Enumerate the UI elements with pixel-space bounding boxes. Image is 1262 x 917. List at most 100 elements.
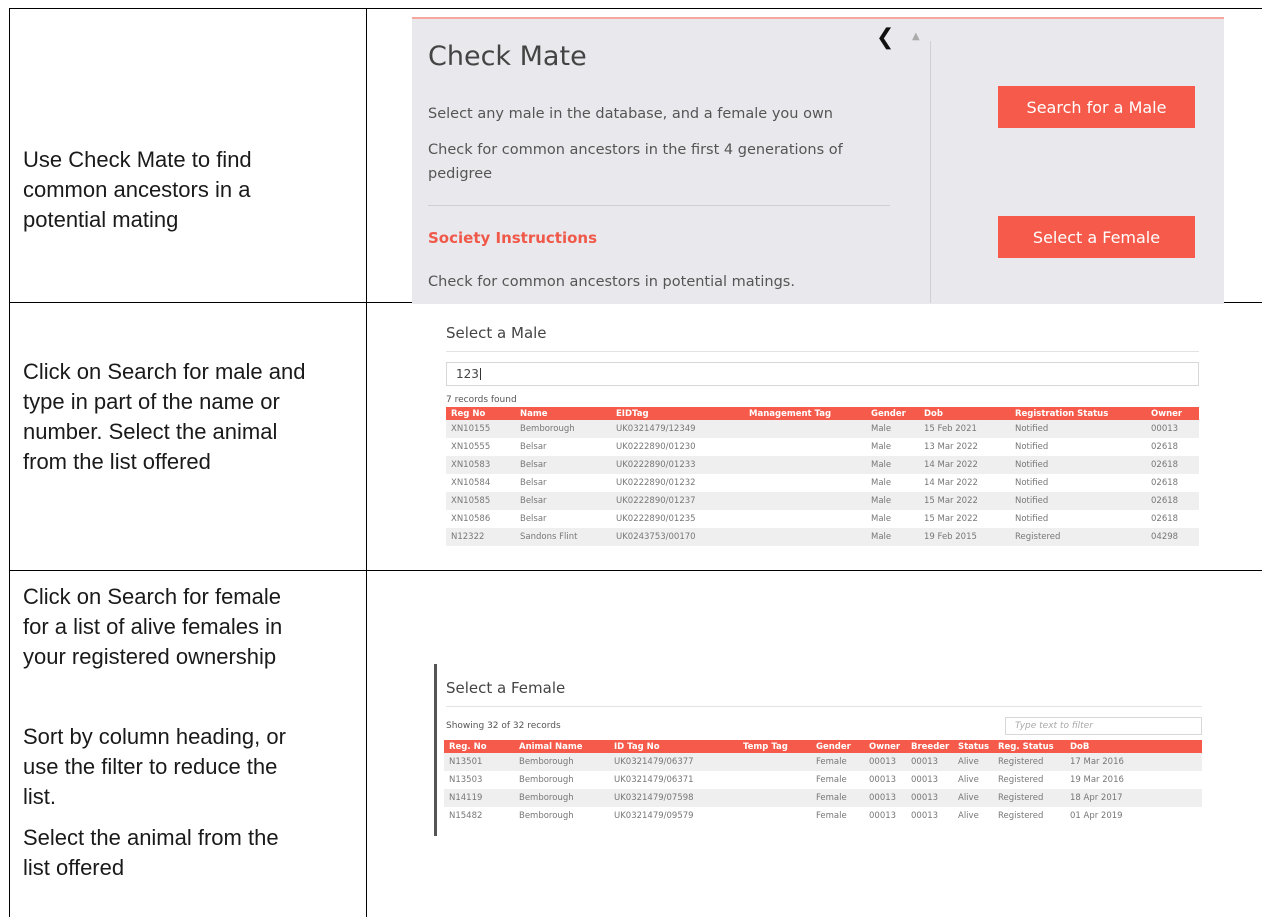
table-cell: 15 Feb 2021 [919, 420, 1010, 438]
column-header[interactable]: EIDTag [611, 407, 744, 420]
table-cell: 02618 [1146, 474, 1199, 492]
desc-line: for a list of alive females in [23, 614, 283, 639]
column-header[interactable]: Reg. Status [993, 740, 1065, 753]
table-column-divider [366, 8, 367, 917]
row2-description: Click on Search for male and type in par… [23, 357, 305, 477]
table-cell [744, 456, 866, 474]
table-cell: Male [866, 420, 919, 438]
table-cell: Alive [953, 807, 993, 825]
table-cell: UK0321479/07598 [609, 789, 738, 807]
desc-line: number. Select the animal [23, 419, 278, 444]
table-row[interactable]: XN10584 Belsar UK0222890/01232 Male 14 Mar 2… [446, 474, 1199, 492]
table-cell: Female [811, 771, 864, 789]
table-row[interactable]: XN10555 Belsar UK0222890/01230 Male 13 Mar 2… [446, 438, 1199, 456]
column-header[interactable]: Reg. No [444, 740, 514, 753]
column-header[interactable]: Name [515, 407, 611, 420]
table-row[interactable]: XN10585 Belsar UK0222890/01237 Male 15 Mar 2… [446, 492, 1199, 510]
panel-accent-bar [434, 664, 437, 836]
male-search-input[interactable]: 123 [446, 362, 1199, 386]
table-row[interactable]: N13503 Bemborough UK0321479/06371 Female 000… [444, 771, 1202, 789]
table-cell [744, 438, 866, 456]
column-header[interactable]: Gender [811, 740, 864, 753]
table-cell: Bemborough [514, 753, 609, 771]
table-cell: Bemborough [515, 420, 611, 438]
table-cell: UK0321479/12349 [611, 420, 744, 438]
table-cell [738, 771, 811, 789]
table-cell: 00013 [906, 807, 953, 825]
table-row[interactable]: N14119 Bemborough UK0321479/07598 Female 000… [444, 789, 1202, 807]
table-cell: UK0321479/06371 [609, 771, 738, 789]
column-header[interactable]: Temp Tag [738, 740, 811, 753]
table-cell: N12322 [446, 528, 515, 546]
table-row[interactable]: XN10155 Bemborough UK0321479/12349 Male 15 F… [446, 420, 1199, 438]
table-cell: 19 Mar 2016 [1065, 771, 1202, 789]
desc-line: type in part of the name or [23, 389, 280, 414]
table-cell [738, 789, 811, 807]
table-cell: XN10583 [446, 456, 515, 474]
filter-placeholder: Type text to filter [1015, 721, 1093, 731]
table-cell: 02618 [1146, 456, 1199, 474]
table-cell [738, 753, 811, 771]
table-cell: 00013 [1146, 420, 1199, 438]
column-header[interactable]: Status [953, 740, 993, 753]
table-cell: UK0222890/01230 [611, 438, 744, 456]
column-header[interactable]: Management Tag [744, 407, 866, 420]
select-female-button[interactable]: Select a Female [998, 216, 1195, 258]
column-header[interactable]: Registration Status [1010, 407, 1146, 420]
female-header-row: Reg. No Animal Name ID Tag No Temp Tag Gende… [444, 740, 1202, 753]
table-row[interactable]: XN10583 Belsar UK0222890/01233 Male 14 Mar 2… [446, 456, 1199, 474]
column-header[interactable]: Reg No [446, 407, 515, 420]
desc-line: Click on Search for female [23, 584, 281, 609]
table-cell: UK0222890/01237 [611, 492, 744, 510]
table-cell: 02618 [1146, 438, 1199, 456]
table-cell: Notified [1010, 420, 1146, 438]
scroll-up-icon[interactable]: ▲ [912, 31, 920, 42]
desc-line: Click on Search for male and [23, 359, 306, 384]
search-male-button[interactable]: Search for a Male [998, 86, 1195, 128]
table-cell: 02618 [1146, 492, 1199, 510]
desc-line: use the filter to reduce the [23, 754, 278, 779]
row3-description-top: Click on Search for female for a list of… [23, 582, 282, 672]
text-cursor [479, 368, 481, 380]
table-cell: 15 Mar 2022 [919, 510, 1010, 528]
table-row[interactable]: N15482 Bemborough UK0321479/09579 Female 000… [444, 807, 1202, 825]
column-header[interactable]: Owner [864, 740, 906, 753]
column-header[interactable]: Gender [866, 407, 919, 420]
table-cell: UK0222890/01235 [611, 510, 744, 528]
table-cell: Male [866, 510, 919, 528]
table-cell: N14119 [444, 789, 514, 807]
desc-line: Sort by column heading, or [23, 724, 286, 749]
column-header[interactable]: Breeder [906, 740, 953, 753]
table-row[interactable]: XN10586 Belsar UK0222890/01235 Male 15 Mar 2… [446, 510, 1199, 528]
chevron-left-icon[interactable]: ❮ [876, 25, 894, 50]
table-cell: Bemborough [514, 789, 609, 807]
column-header[interactable]: ID Tag No [609, 740, 738, 753]
table-cell: 01 Apr 2019 [1065, 807, 1202, 825]
table-cell: Registered [993, 753, 1065, 771]
column-header[interactable]: Dob [919, 407, 1010, 420]
instruction-document: Use Check Mate to find common ancestors … [0, 0, 1262, 917]
table-row[interactable]: N12322 Sandons Flint UK0243753/00170 Male 19… [446, 528, 1199, 546]
table-cell: 00013 [864, 789, 906, 807]
table-cell: Female [811, 789, 864, 807]
table-row[interactable]: N13501 Bemborough UK0321479/06377 Female 000… [444, 753, 1202, 771]
table-cell: 02618 [1146, 510, 1199, 528]
female-filter-input[interactable]: Type text to filter [1005, 717, 1202, 735]
table-cell: Notified [1010, 438, 1146, 456]
table-cell: Bemborough [514, 807, 609, 825]
table-cell: UK0321479/09579 [609, 807, 738, 825]
column-header[interactable]: DoB [1065, 740, 1202, 753]
table-cell: Notified [1010, 456, 1146, 474]
table-cell: 00013 [864, 753, 906, 771]
search-value: 123 [456, 367, 479, 381]
table-cell: Alive [953, 753, 993, 771]
table-cell: 00013 [864, 771, 906, 789]
column-header[interactable]: Owner [1146, 407, 1199, 420]
table-cell: Belsar [515, 492, 611, 510]
desc-line: from the list offered [23, 449, 211, 474]
table-cell: Female [811, 753, 864, 771]
table-cell: UK0222890/01232 [611, 474, 744, 492]
column-header[interactable]: Animal Name [514, 740, 609, 753]
table-cell: Belsar [515, 510, 611, 528]
desc-line: your registered ownership [23, 644, 277, 669]
